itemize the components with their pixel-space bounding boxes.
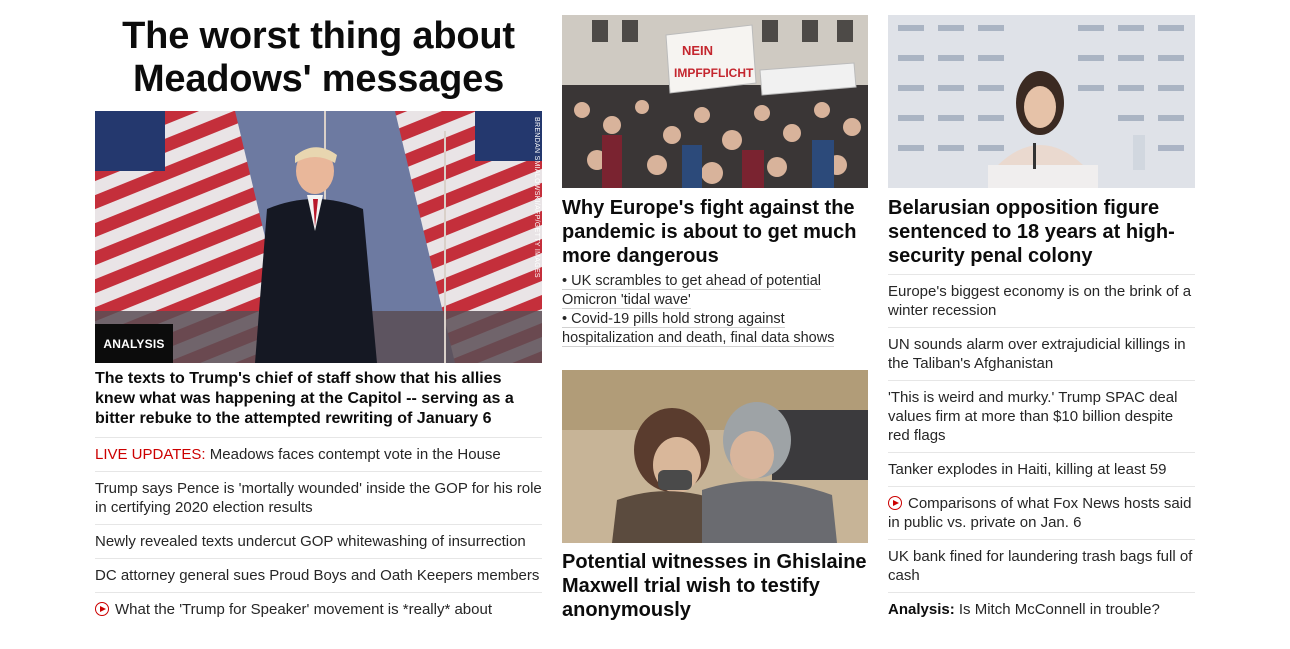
list-item[interactable]: DC attorney general sues Proud Boys and …: [95, 558, 542, 592]
list-item-text[interactable]: Newly revealed texts undercut GOP whitew…: [95, 533, 526, 550]
list-item-text[interactable]: Trump says Pence is 'mortally wounded' i…: [95, 480, 542, 516]
list-item-text[interactable]: 'This is weird and murky.' Trump SPAC de…: [888, 389, 1177, 444]
europe-pandemic-title[interactable]: Why Europe's fight against the pandemic …: [562, 196, 868, 268]
list-item-text[interactable]: Comparisons of what Fox News hosts said …: [888, 495, 1191, 531]
play-icon: [888, 496, 902, 510]
europe-protest-image[interactable]: NEIN IMPFPFLICHT: [562, 15, 868, 188]
lead-image[interactable]: BRENDAN SMIALOWSKI/AFP/GETTY IMAGES ANAL…: [95, 111, 542, 363]
list-item[interactable]: What the 'Trump for Speaker' movement is…: [95, 592, 542, 626]
list-item-text[interactable]: UK bank fined for laundering trash bags …: [888, 548, 1192, 584]
bullet-item[interactable]: • UK scrambles to get ahead of potential…: [562, 272, 868, 310]
list-item[interactable]: Analysis: Is Mitch McConnell in trouble?: [888, 592, 1195, 626]
list-item-text[interactable]: What the 'Trump for Speaker' movement is…: [115, 601, 492, 618]
maxwell-trial-title[interactable]: Potential witnesses in Ghislaine Maxwell…: [562, 550, 868, 622]
list-item[interactable]: Tanker explodes in Haiti, killing at lea…: [888, 452, 1195, 486]
list-item[interactable]: Europe's biggest economy is on the brink…: [888, 274, 1195, 327]
list-item-text[interactable]: UN sounds alarm over extrajudicial killi…: [888, 336, 1186, 372]
analysis-label: Analysis:: [888, 601, 955, 618]
list-item[interactable]: Comparisons of what Fox News hosts said …: [888, 486, 1195, 539]
list-item-text[interactable]: Tanker explodes in Haiti, killing at lea…: [888, 461, 1166, 478]
play-icon: [95, 602, 109, 616]
lead-story: The worst thing about Meadows' messages: [95, 0, 542, 618]
courtroom-illustration: [562, 370, 868, 543]
right-related-list: Europe's biggest economy is on the brink…: [888, 274, 1195, 626]
list-item-text[interactable]: DC attorney general sues Proud Boys and …: [95, 567, 539, 584]
list-item[interactable]: LIVE UPDATES: Meadows faces contempt vot…: [95, 437, 542, 471]
europe-bullets: • UK scrambles to get ahead of potential…: [562, 272, 868, 348]
list-item[interactable]: Newly revealed texts undercut GOP whitew…: [95, 524, 542, 558]
list-item[interactable]: UN sounds alarm over extrajudicial killi…: [888, 327, 1195, 380]
belarus-image[interactable]: [888, 15, 1195, 188]
sign-word-2: IMPFPFLICHT: [674, 66, 754, 80]
lead-related-list: LIVE UPDATES: Meadows faces contempt vot…: [95, 437, 542, 626]
belarus-illustration: [888, 15, 1195, 188]
lead-headline[interactable]: The worst thing about Meadows' messages: [95, 0, 542, 101]
courtroom-sketch-image[interactable]: [562, 370, 868, 543]
live-updates-label: LIVE UPDATES:: [95, 446, 206, 463]
lead-description[interactable]: The texts to Trump's chief of staff show…: [95, 369, 542, 429]
bullet-text[interactable]: • UK scrambles to get ahead of potential…: [562, 273, 821, 309]
belarus-title[interactable]: Belarusian opposition figure sentenced t…: [888, 196, 1195, 268]
list-item-text[interactable]: Is Mitch McConnell in trouble?: [959, 601, 1160, 618]
analysis-badge: ANALYSIS: [95, 324, 173, 363]
list-item[interactable]: Trump says Pence is 'mortally wounded' i…: [95, 471, 542, 524]
photo-credit: BRENDAN SMIALOWSKI/AFP/GETTY IMAGES: [533, 117, 540, 278]
list-item-text[interactable]: Europe's biggest economy is on the brink…: [888, 283, 1191, 319]
list-item[interactable]: 'This is weird and murky.' Trump SPAC de…: [888, 380, 1195, 452]
bullet-item[interactable]: • Covid-19 pills hold strong against hos…: [562, 310, 868, 348]
protest-illustration: NEIN IMPFPFLICHT: [562, 15, 868, 188]
list-item[interactable]: UK bank fined for laundering trash bags …: [888, 539, 1195, 592]
list-item-text[interactable]: Meadows faces contempt vote in the House: [210, 446, 501, 463]
sign-word-1: NEIN: [682, 43, 713, 58]
bullet-text[interactable]: • Covid-19 pills hold strong against hos…: [562, 311, 835, 347]
